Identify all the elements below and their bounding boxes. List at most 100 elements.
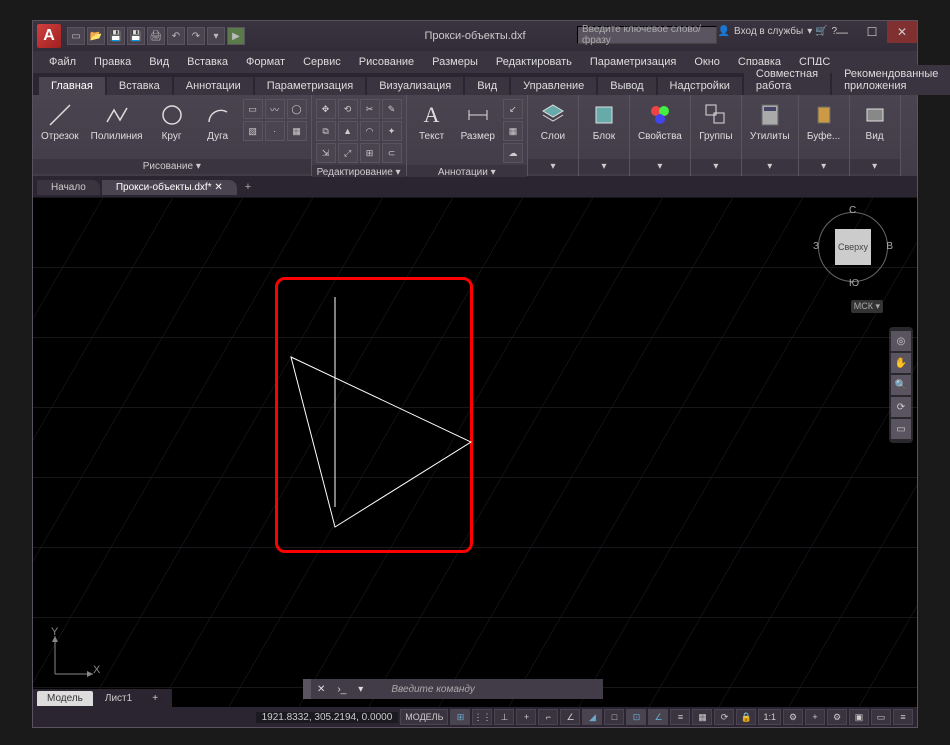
viewcube-west[interactable]: З <box>813 241 819 252</box>
point-icon[interactable]: · <box>265 121 285 141</box>
filetab-start[interactable]: Начало <box>37 180 100 195</box>
qat-more-icon[interactable]: ▾ <box>207 27 225 45</box>
tab-visualize[interactable]: Визуализация <box>367 77 463 95</box>
qat-new-icon[interactable]: ▭ <box>67 27 85 45</box>
qat-play-icon[interactable]: ▶ <box>227 27 245 45</box>
nav-pan-icon[interactable]: ✋ <box>891 353 911 373</box>
search-input[interactable]: Введите ключевое слово/фразу <box>577 26 717 44</box>
status-modelspace-button[interactable]: МОДЕЛЬ <box>400 709 448 725</box>
ellipse-icon[interactable]: ◯ <box>287 99 307 119</box>
status-clean-icon[interactable]: ▭ <box>871 709 891 725</box>
copy-icon[interactable]: ⧉ <box>316 121 336 141</box>
status-lwt-icon[interactable]: ≡ <box>670 709 690 725</box>
tab-output[interactable]: Вывод <box>598 77 655 95</box>
qat-plot-icon[interactable]: 🖨 <box>147 27 165 45</box>
status-grid-icon[interactable]: ⊞ <box>450 709 470 725</box>
menu-tools[interactable]: Сервис <box>295 54 349 70</box>
status-3dosnap-icon[interactable]: ⊡ <box>626 709 646 725</box>
panel-view-arrow[interactable]: ▾ <box>850 159 900 174</box>
text-button[interactable]: AТекст <box>411 99 453 144</box>
panel-block-arrow[interactable]: ▾ <box>579 159 629 174</box>
status-osnap-icon[interactable]: □ <box>604 709 624 725</box>
status-transparency-icon[interactable]: ▦ <box>692 709 712 725</box>
rotate-icon[interactable]: ⟲ <box>338 99 358 119</box>
offset-icon[interactable]: ⊂ <box>382 143 402 163</box>
clipboard-button[interactable]: Буфе... <box>803 99 845 144</box>
menu-file[interactable]: Файл <box>41 54 84 70</box>
status-isolate-icon[interactable]: ▣ <box>849 709 869 725</box>
layers-button[interactable]: Слои <box>532 99 574 144</box>
filetab-add-button[interactable]: + <box>239 179 257 195</box>
viewcube-east[interactable]: В <box>886 241 893 252</box>
cart-icon[interactable]: ▾ 🛒 <box>807 26 827 37</box>
region-icon[interactable]: ▦ <box>287 121 307 141</box>
tab-parametric[interactable]: Параметризация <box>255 77 365 95</box>
status-workspace-icon[interactable]: ⚙ <box>827 709 847 725</box>
maximize-button[interactable]: ☐ <box>857 21 887 43</box>
viewcube-wcs[interactable]: МСК ▾ <box>851 300 883 313</box>
qat-undo-icon[interactable]: ↶ <box>167 27 185 45</box>
cmdline-handle-icon[interactable] <box>303 679 311 699</box>
properties-button[interactable]: Свойства <box>634 99 686 144</box>
menu-parametric[interactable]: Параметризация <box>582 54 684 70</box>
fillet-icon[interactable]: ◠ <box>360 121 380 141</box>
status-cycling-icon[interactable]: ⟳ <box>714 709 734 725</box>
table-icon[interactable]: ▦ <box>503 121 523 141</box>
layout-model-tab[interactable]: Модель <box>37 691 93 706</box>
app-logo[interactable]: A <box>37 24 61 48</box>
move-icon[interactable]: ✥ <box>316 99 336 119</box>
status-polar-icon[interactable]: ∠ <box>560 709 580 725</box>
rect-icon[interactable]: ▭ <box>243 99 263 119</box>
qat-save-icon[interactable]: 💾 <box>107 27 125 45</box>
tab-insert[interactable]: Вставка <box>107 77 172 95</box>
qat-open-icon[interactable]: 📂 <box>87 27 105 45</box>
nav-showmotion-icon[interactable]: ▭ <box>891 419 911 439</box>
dimension-button[interactable]: Размер <box>457 99 499 144</box>
nav-wheel-icon[interactable]: ◎ <box>891 331 911 351</box>
cmdline-close-icon[interactable]: ✕ <box>311 684 331 695</box>
menu-dimension[interactable]: Размеры <box>424 54 486 70</box>
trim-icon[interactable]: ✂ <box>360 99 380 119</box>
nav-orbit-icon[interactable]: ⟳ <box>891 397 911 417</box>
tab-collab[interactable]: Совместная работа <box>744 65 830 95</box>
status-snap-icon[interactable]: ⋮⋮ <box>472 709 492 725</box>
scale-icon[interactable]: ⤢ <box>338 143 358 163</box>
layout-add-tab[interactable]: + <box>142 691 168 706</box>
menu-draw[interactable]: Рисование <box>351 54 422 70</box>
tab-addins[interactable]: Надстройки <box>658 77 742 95</box>
circle-button[interactable]: Круг <box>151 99 193 144</box>
viewcube[interactable]: Сверху С Ю В З МСК ▾ <box>817 211 889 283</box>
tab-express[interactable]: Рекомендованные приложения <box>832 65 950 95</box>
cloud-icon[interactable]: ☁ <box>503 143 523 163</box>
erase-icon[interactable]: ✎ <box>382 99 402 119</box>
line-button[interactable]: Отрезок <box>37 99 83 144</box>
nav-zoom-icon[interactable]: 🔍 <box>891 375 911 395</box>
status-custom-icon[interactable]: ≡ <box>893 709 913 725</box>
status-coordinates[interactable]: 1921.8332, 305.2194, 0.0000 <box>256 712 399 723</box>
status-infer-icon[interactable]: ⊥ <box>494 709 514 725</box>
mirror-icon[interactable]: ▲ <box>338 121 358 141</box>
qat-saveas-icon[interactable]: 💾 <box>127 27 145 45</box>
menu-modify[interactable]: Редактировать <box>488 54 580 70</box>
ucs-icon[interactable]: Y X <box>49 630 99 683</box>
signin-icon[interactable]: 👤 <box>718 26 730 37</box>
panel-layers-arrow[interactable]: ▾ <box>528 159 578 174</box>
command-line[interactable]: ✕ ›_ ▾ Введите команду <box>303 679 603 699</box>
spline-icon[interactable]: 〰 <box>265 99 285 119</box>
tab-manage[interactable]: Управление <box>511 77 596 95</box>
menu-window[interactable]: Окно <box>686 54 728 70</box>
status-dyninput-icon[interactable]: + <box>516 709 536 725</box>
filetab-current[interactable]: Прокси-объекты.dxf* ✕ <box>102 180 237 195</box>
drawing-canvas[interactable]: Y X Сверху С Ю В З МСК ▾ ◎ ✋ 🔍 ⟳ ▭ ✕ ›_ … <box>33 197 917 727</box>
view-button[interactable]: Вид <box>854 99 896 144</box>
polyline-button[interactable]: Полилиния <box>87 99 147 144</box>
qat-redo-icon[interactable]: ↷ <box>187 27 205 45</box>
tab-annotate[interactable]: Аннотации <box>174 77 253 95</box>
status-annomonitor-icon[interactable]: + <box>805 709 825 725</box>
cmdline-recent-icon[interactable]: ▾ <box>352 684 369 695</box>
panel-groups-arrow[interactable]: ▾ <box>691 159 741 174</box>
block-button[interactable]: Блок <box>583 99 625 144</box>
menu-edit[interactable]: Правка <box>86 54 139 70</box>
filetab-close-icon[interactable]: ✕ <box>214 182 222 193</box>
status-otrack-icon[interactable]: ∠ <box>648 709 668 725</box>
